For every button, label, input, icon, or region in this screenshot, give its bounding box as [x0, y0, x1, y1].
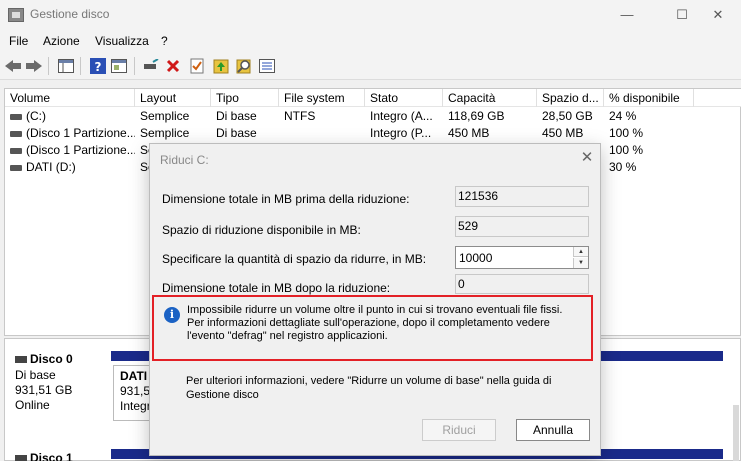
column-header-capacity[interactable]: Capacità	[443, 89, 537, 107]
delete-icon[interactable]	[164, 57, 182, 75]
column-header-layout[interactable]: Layout	[135, 89, 211, 107]
search-icon[interactable]	[235, 57, 253, 75]
toolbar: ?	[0, 52, 741, 80]
amount-stepper[interactable]: ▲ ▼	[455, 246, 589, 269]
available-label: Spazio di riduzione disponibile in MB:	[162, 223, 361, 237]
amount-input[interactable]	[456, 247, 573, 268]
column-header-volume[interactable]: Volume	[5, 89, 135, 107]
menu-visualizza[interactable]: Visualizza	[95, 34, 149, 48]
cancel-button[interactable]: Annulla	[516, 419, 590, 441]
info-icon: i	[164, 307, 180, 323]
menu-file[interactable]: File	[9, 34, 28, 48]
close-button[interactable]: ✕	[695, 0, 741, 30]
type-cell: Di base	[216, 126, 257, 140]
volume-name-cell: DATI (D:)	[5, 159, 135, 176]
status-cell: Integro (P...	[370, 126, 432, 140]
layout-cell: Semplice	[140, 109, 190, 123]
volume-name: DATI (D:)	[26, 160, 76, 174]
total-after-label: Dimensione totale in MB dopo la riduzion…	[162, 281, 391, 295]
volume-name-cell: (Disco 1 Partizione...	[5, 125, 135, 142]
forward-icon[interactable]	[25, 57, 43, 75]
import-icon[interactable]	[212, 57, 230, 75]
dialog-close-button[interactable]: ✕	[577, 148, 597, 168]
volume-name-cell: (Disco 1 Partizione...	[5, 142, 135, 159]
table-row[interactable]: (C:) Semplice Di base NTFS Integro (A...…	[5, 108, 741, 125]
info-message: Impossibile ridurre un volume oltre il p…	[187, 304, 563, 342]
fs-cell	[279, 125, 365, 142]
disk0-size: 931,51 GB	[15, 383, 73, 397]
title-bar: Gestione disco — ☐ ✕	[0, 0, 741, 30]
disk0-name[interactable]: Disco 0	[15, 352, 73, 366]
back-icon[interactable]	[4, 57, 22, 75]
spin-up-icon[interactable]: ▲	[573, 247, 588, 257]
layout-cell: Semplice	[140, 126, 190, 140]
check-icon[interactable]	[188, 57, 206, 75]
list-header: Volume Layout Tipo File system Stato Cap…	[5, 89, 741, 107]
column-header-type[interactable]: Tipo	[211, 89, 279, 107]
capacity-cell: 450 MB	[448, 126, 490, 140]
volume-name-cell: (C:)	[5, 108, 135, 125]
toolbar-separator	[48, 57, 49, 75]
column-header-free-space[interactable]: Spazio d...	[537, 89, 604, 107]
minimize-button[interactable]: —	[604, 0, 650, 30]
column-header-percent-free[interactable]: % disponibile	[604, 89, 694, 107]
pct-cell: 100 %	[609, 126, 644, 140]
spin-down-icon[interactable]: ▼	[573, 258, 588, 268]
table-row[interactable]: (Disco 1 Partizione... Semplice Di base …	[5, 125, 741, 142]
volume-name: (C:)	[26, 109, 46, 123]
pct-cell: 100 %	[609, 143, 644, 157]
free-cell: 28,50 GB	[542, 109, 593, 123]
window-title: Gestione disco	[30, 7, 110, 21]
toolbar-separator	[134, 57, 135, 75]
more-info-text: Per ulteriori informazioni, vedere "Ridu…	[186, 375, 552, 401]
drive-icon	[10, 164, 22, 171]
shrink-dialog: Riduci C: ✕ Dimensione totale in MB prim…	[149, 143, 601, 456]
menu-help[interactable]: ?	[161, 34, 168, 48]
connect-icon[interactable]	[142, 57, 160, 75]
volume-name: (Disco 1 Partizione...	[26, 126, 135, 140]
scrollbar[interactable]	[733, 405, 739, 461]
shrink-button[interactable]: Riduci	[422, 419, 496, 441]
column-header-status[interactable]: Stato	[365, 89, 443, 107]
disk-icon	[15, 356, 27, 364]
disk0-type: Di base	[15, 368, 56, 382]
drive-icon	[10, 130, 22, 137]
disk0-status: Online	[15, 398, 50, 412]
info-message-box: i Impossibile ridurre un volume oltre il…	[152, 295, 593, 361]
disk1-name[interactable]: Disco 1	[15, 451, 73, 461]
type-cell: Di base	[216, 109, 257, 123]
total-after-value: 0	[455, 274, 589, 294]
toolbar-separator	[80, 57, 81, 75]
pct-cell: 30 %	[609, 160, 637, 174]
amount-label: Specificare la quantità di spazio da rid…	[162, 252, 427, 266]
dialog-title: Riduci C:	[160, 153, 209, 167]
drive-icon	[10, 113, 22, 120]
fs-cell: NTFS	[284, 109, 316, 123]
pct-cell: 24 %	[609, 109, 637, 123]
list-view-icon[interactable]	[258, 57, 276, 75]
drive-icon	[10, 147, 22, 154]
menu-azione[interactable]: Azione	[43, 34, 80, 48]
capacity-cell: 118,69 GB	[448, 109, 505, 123]
disk-management-icon	[8, 8, 24, 22]
available-value: 529	[455, 216, 589, 237]
column-header-file-system[interactable]: File system	[279, 89, 365, 107]
status-cell: Integro (A...	[370, 109, 433, 123]
volume-name: (Disco 1 Partizione...	[26, 143, 135, 157]
svg-text:?: ?	[95, 60, 102, 74]
total-before-label: Dimensione totale in MB prima della ridu…	[162, 192, 410, 206]
console-tree-icon[interactable]	[57, 57, 75, 75]
help-icon[interactable]: ?	[89, 57, 107, 75]
menu-bar: File Azione Visualizza ?	[0, 30, 741, 52]
properties-icon[interactable]	[110, 57, 128, 75]
free-cell: 450 MB	[542, 126, 584, 140]
total-before-value: 121536	[455, 186, 589, 207]
disk-icon	[15, 455, 27, 461]
